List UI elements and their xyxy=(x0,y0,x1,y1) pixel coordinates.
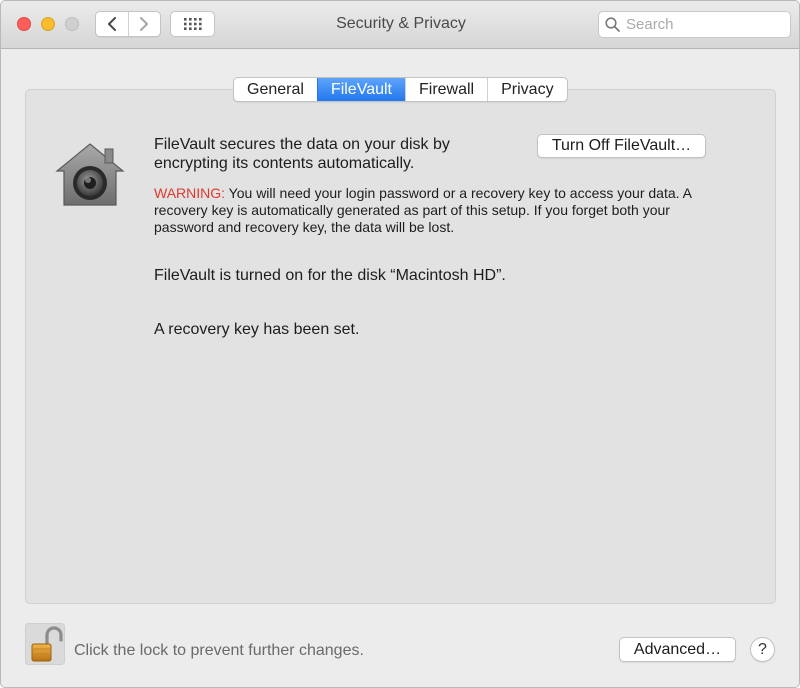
search-field[interactable] xyxy=(598,11,791,38)
filevault-disk-status: FileVault is turned on for the disk “Mac… xyxy=(154,267,506,284)
tab-bar: General FileVault Firewall Privacy xyxy=(233,77,568,102)
search-input[interactable] xyxy=(626,16,786,33)
help-button[interactable]: ? xyxy=(750,637,775,662)
tab-filevault[interactable]: FileVault xyxy=(316,78,405,101)
unlocked-padlock-icon xyxy=(25,623,65,665)
filevault-description: FileVault secures the data on your disk … xyxy=(154,136,450,172)
security-privacy-window: Security & Privacy General FileVault Fir… xyxy=(0,0,800,688)
recovery-key-status: A recovery key has been set. xyxy=(154,321,360,338)
filevault-warning: WARNING: You will need your login passwo… xyxy=(154,185,724,236)
tab-firewall[interactable]: Firewall xyxy=(404,78,487,101)
search-icon xyxy=(605,17,620,32)
turn-off-filevault-button[interactable]: Turn Off FileVault… xyxy=(537,134,706,158)
lock-button[interactable] xyxy=(25,623,65,665)
tab-privacy[interactable]: Privacy xyxy=(487,78,566,101)
advanced-button[interactable]: Advanced… xyxy=(619,637,736,662)
warning-label: WARNING: xyxy=(154,185,226,201)
warning-text: You will need your login password or a r… xyxy=(154,185,692,235)
lock-hint-text: Click the lock to prevent further change… xyxy=(74,642,364,659)
tab-general[interactable]: General xyxy=(234,78,317,101)
filevault-house-safe-icon xyxy=(55,143,125,206)
title-bar[interactable]: Security & Privacy xyxy=(1,1,799,49)
